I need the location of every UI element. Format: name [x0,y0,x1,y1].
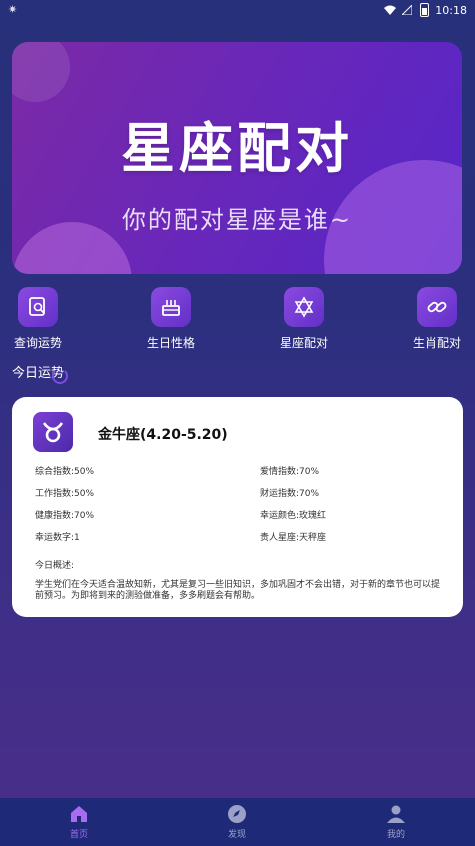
quick-nav-birthday-personality[interactable]: 生日性格 [126,287,216,351]
tab-mine[interactable]: 我的 [366,804,426,840]
quick-nav-label: 生日性格 [146,336,195,350]
sign-name: 金牛座(4.20-5.20) [98,427,228,443]
birthday-cake-icon [151,287,191,327]
quick-nav-label: 星座配对 [279,336,328,350]
stat-overall: 综合指数:50% [35,467,95,477]
banner-decoration [12,42,70,102]
taurus-icon [33,412,73,452]
battery-icon [420,3,430,17]
tab-label: 发现 [227,830,246,840]
notification-icon: ✷ [8,3,18,16]
stat-noble-sign: 贵人星座:天秤座 [260,533,327,543]
fortune-card: 金牛座(4.20-5.20) 综合指数:50% 工作指数:50% 健康指数:70… [12,397,463,617]
quick-nav-label: 查询运势 [13,336,62,350]
stat-health: 健康指数:70% [35,511,95,521]
stat-wealth: 财运指数:70% [260,489,320,499]
quick-nav-label: 生肖配对 [412,336,461,350]
stat-work: 工作指数:50% [35,489,95,499]
signal-icon [401,3,414,16]
link-icon [417,287,457,327]
tab-label: 我的 [386,830,405,840]
status-bar: ✷ 10:18 [0,0,475,22]
home-icon [69,804,89,824]
stat-lucky-number: 幸运数字:1 [35,533,80,543]
user-icon [386,804,406,824]
wifi-icon [384,5,397,15]
banner-subtitle: 你的配对星座是谁~ [121,206,353,234]
section-title: 今日运势 [12,362,69,384]
tab-discover[interactable]: 发现 [207,804,267,840]
bottom-nav: 首页 发现 我的 [0,798,475,846]
summary-text: 学生党们在今天适合温故知新，尤其是复习一些旧知识，多加巩固才不会出错，对于新的章… [35,580,441,601]
tab-home[interactable]: 首页 [49,804,109,840]
quick-nav-chinese-zodiac-match[interactable]: 生肖配对 [392,287,475,351]
banner-title: 星座配对 [121,117,353,180]
star-of-david-icon [284,287,324,327]
compass-icon [227,804,247,824]
stat-love: 爱情指数:70% [260,467,320,477]
summary-title: 今日概述: [35,561,75,571]
banner[interactable]: 星座配对 你的配对星座是谁~ [12,42,462,274]
tab-label: 首页 [69,830,88,840]
stat-lucky-color: 幸运颜色:玫瑰红 [260,511,327,521]
search-document-icon [18,287,58,327]
quick-nav-fortune-query[interactable]: 查询运势 [0,287,83,351]
quick-nav-zodiac-match[interactable]: 星座配对 [259,287,349,351]
status-time: 10:18 [435,3,467,17]
